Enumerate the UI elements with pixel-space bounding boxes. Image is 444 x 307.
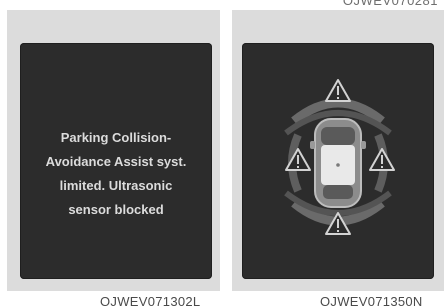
left-figure-caption: OJWEV071302L <box>100 294 201 307</box>
message-line-1: Parking Collision- <box>60 130 172 145</box>
warning-message: Parking Collision- Avoidance Assist syst… <box>20 126 212 222</box>
car-icon <box>310 118 366 208</box>
right-figure-panel <box>232 10 444 291</box>
figure-code: OJWEV070281 <box>342 0 438 8</box>
warning-icon-front <box>325 79 351 102</box>
cluster-display-right <box>242 43 434 279</box>
message-line-4: sensor blocked <box>68 202 164 217</box>
warning-icon-right <box>369 148 395 171</box>
right-figure-caption: OJWEV071350N <box>320 294 423 307</box>
parking-sensor-diagram <box>284 79 395 235</box>
message-line-2: Avoidance Assist syst. <box>45 154 187 169</box>
message-line-3: limited. Ultrasonic <box>59 178 173 193</box>
left-figure-panel: Parking Collision- Avoidance Assist syst… <box>7 10 220 291</box>
cluster-display-left: Parking Collision- Avoidance Assist syst… <box>20 43 212 279</box>
screenshot-root: OJWEV070281 Parking Collision- Avoidance… <box>0 0 444 307</box>
